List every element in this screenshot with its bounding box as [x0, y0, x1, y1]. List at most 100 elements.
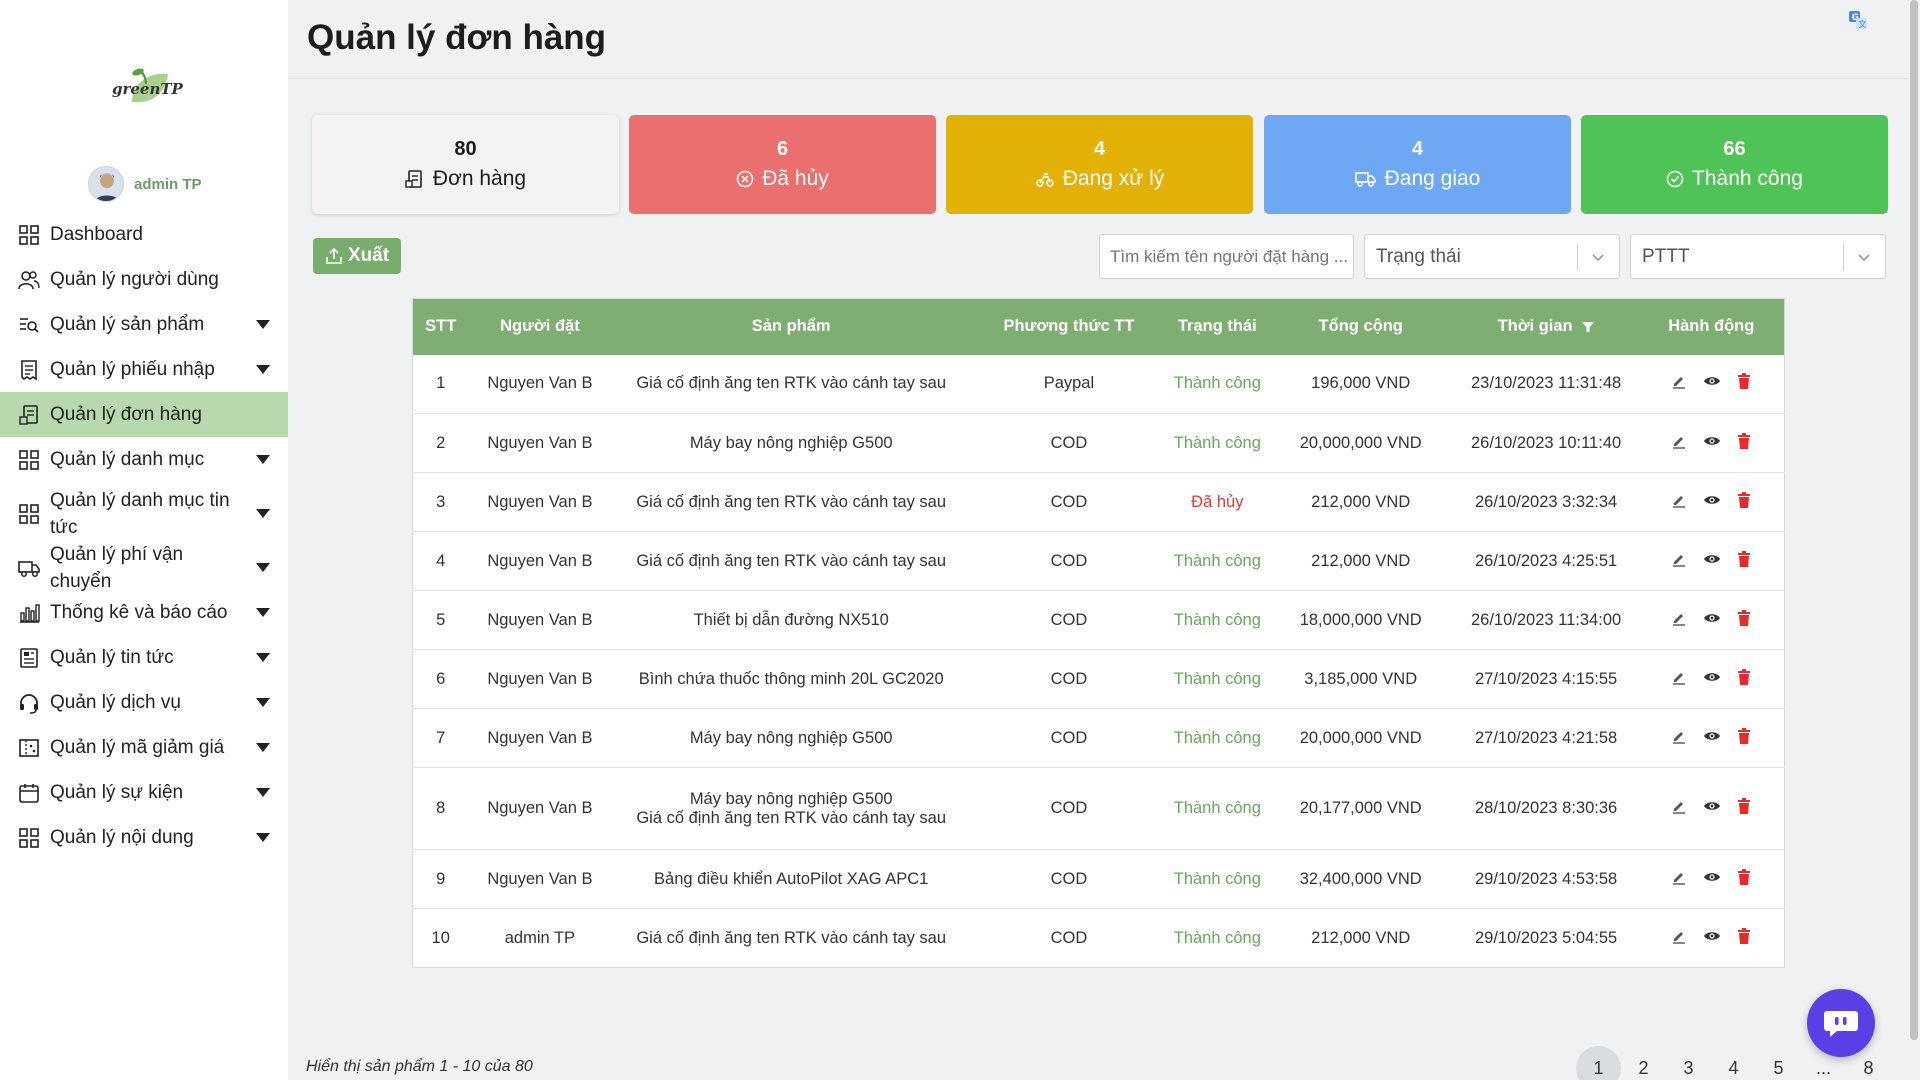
stat-card-shipping[interactable]: 4 Đang giao [1264, 115, 1571, 214]
trash-icon[interactable] [1737, 609, 1751, 626]
sidebar-item-13[interactable]: Quản lý sự kiện [0, 770, 288, 815]
header-customer[interactable]: Người đặt [468, 299, 611, 355]
table-row[interactable]: 8 Nguyen Van B Máy bay nông nghiệp G500 Giá… [412, 767, 1785, 850]
caret-down-icon[interactable] [256, 653, 270, 662]
eye-icon[interactable] [1703, 869, 1721, 885]
sidebar-item-3[interactable]: Quản lý sản phẩm [0, 302, 288, 347]
caret-down-icon[interactable] [256, 455, 270, 464]
eye-icon[interactable] [1703, 928, 1721, 944]
trash-icon[interactable] [1737, 550, 1751, 567]
edit-icon[interactable] [1671, 798, 1687, 814]
eye-icon[interactable] [1703, 551, 1721, 567]
sidebar-nav: Dashboard Quản lý người dùng Quản lý sản p… [0, 212, 288, 860]
stat-card-total[interactable]: 80 Đơn hàng [312, 115, 619, 214]
filter-icon[interactable] [1581, 320, 1595, 334]
caret-down-icon[interactable] [256, 833, 270, 842]
edit-icon[interactable] [1671, 869, 1687, 885]
pagination-page[interactable]: 5 [1756, 1046, 1801, 1080]
sidebar-item-8[interactable]: Quản lý phí vận chuyển [0, 544, 288, 592]
logo[interactable]: greenTP [106, 62, 186, 112]
sidebar-item-2[interactable]: Quản lý người dùng [0, 257, 288, 302]
caret-down-icon[interactable] [256, 788, 270, 797]
header-products[interactable]: Sản phẩm [611, 299, 971, 355]
trash-icon[interactable] [1737, 491, 1751, 508]
pagination-page[interactable]: 1 [1576, 1046, 1621, 1080]
table-row[interactable]: 1 Nguyen Van B Giá cố định ăng ten RTK vào… [412, 354, 1785, 414]
edit-icon[interactable] [1671, 373, 1687, 389]
export-button[interactable]: Xuất [313, 238, 401, 274]
eye-icon[interactable] [1703, 669, 1721, 685]
search-input[interactable] [1099, 234, 1354, 279]
cell-total: 212,000 VND [1267, 908, 1454, 968]
caret-down-icon[interactable] [256, 509, 270, 518]
eye-icon[interactable] [1703, 433, 1721, 449]
table-row[interactable]: 3 Nguyen Van B Giá cố định ăng ten RTK vào… [412, 472, 1785, 532]
table-row[interactable]: 7 Nguyen Van B Máy bay nông nghiệp G500 COD… [412, 708, 1785, 768]
user-profile[interactable]: admin TP [88, 166, 202, 202]
caret-down-icon[interactable] [256, 365, 270, 374]
pagination-page[interactable]: 2 [1621, 1046, 1666, 1080]
sidebar-item-7[interactable]: Quản lý danh mục tin tức [0, 482, 288, 545]
sidebar-item-6[interactable]: Quản lý danh mục [0, 437, 288, 482]
cell-customer: Nguyen Van B [468, 531, 612, 591]
eye-icon[interactable] [1703, 798, 1721, 814]
eye-icon[interactable] [1703, 492, 1721, 508]
caret-down-icon[interactable] [256, 608, 270, 617]
sidebar-item-5[interactable]: Quản lý đơn hàng [0, 392, 288, 437]
eye-icon[interactable] [1703, 373, 1721, 389]
pagination-page[interactable]: 3 [1666, 1046, 1711, 1080]
payment-method-select[interactable]: PTTT [1630, 234, 1886, 279]
edit-icon[interactable] [1671, 728, 1687, 744]
caret-down-icon[interactable] [256, 698, 270, 707]
edit-icon[interactable] [1671, 433, 1687, 449]
table-row[interactable]: 9 Nguyen Van B Bảng điều khiển AutoPilot X… [412, 849, 1785, 909]
caret-down-icon[interactable] [256, 743, 270, 752]
trash-icon[interactable] [1737, 727, 1751, 744]
cell-status: Thành công [1166, 413, 1268, 473]
translate-icon[interactable]: G 文 [1848, 10, 1868, 30]
sidebar-item-10[interactable]: Quản lý tin tức [0, 635, 288, 680]
pagination-page[interactable]: 4 [1711, 1046, 1756, 1080]
header-stt[interactable]: STT [413, 299, 469, 355]
trash-icon[interactable] [1737, 798, 1751, 814]
edit-icon[interactable] [1671, 928, 1687, 944]
table-row[interactable]: 4 Nguyen Van B Giá cố định ăng ten RTK vào… [412, 531, 1785, 591]
eye-icon[interactable] [1703, 610, 1721, 626]
header-status[interactable]: Trạng thái [1167, 299, 1268, 355]
cell-status: Thành công [1166, 590, 1268, 650]
table-row[interactable]: 6 Nguyen Van B Bình chứa thuốc thông minh … [412, 649, 1785, 709]
caret-down-icon[interactable] [256, 563, 270, 572]
caret-down-icon[interactable] [256, 320, 270, 329]
cell-actions [1638, 472, 1785, 532]
table-row[interactable]: 10 admin TP Giá cố định ăng ten RTK vào cá… [412, 908, 1785, 968]
edit-icon[interactable] [1671, 610, 1687, 626]
stat-card-processing[interactable]: 4 Đang xử lý [946, 115, 1253, 214]
sidebar-item-11[interactable]: Quản lý dịch vụ [0, 680, 288, 725]
trash-icon[interactable] [1737, 668, 1751, 685]
sidebar-item-12[interactable]: Quản lý mã giảm giá [0, 725, 288, 770]
chat-button[interactable] [1807, 989, 1875, 1057]
table-row[interactable]: 5 Nguyen Van B Thiết bị dẫn đường NX510 COD… [412, 590, 1785, 650]
status-select[interactable]: Trạng thái [1364, 234, 1620, 279]
stat-cancelled-value: 6 [776, 138, 789, 160]
trash-icon[interactable] [1737, 868, 1751, 885]
trash-icon[interactable] [1737, 927, 1751, 944]
header-payment-method[interactable]: Phương thức TT [971, 299, 1167, 355]
header-time[interactable]: Thời gian [1454, 299, 1639, 355]
edit-icon[interactable] [1671, 669, 1687, 685]
sidebar-item-4[interactable]: Quản lý phiếu nhập [0, 347, 288, 392]
edit-icon[interactable] [1671, 492, 1687, 508]
stat-card-success[interactable]: 66 Thành công [1581, 115, 1888, 214]
stat-card-cancelled[interactable]: 6 Đã hủy [629, 115, 936, 214]
sidebar-item-9[interactable]: Thống kê và báo cáo [0, 590, 288, 635]
sidebar: greenTP admin TP Dashboard Quản lý người … [0, 0, 288, 1080]
header-total[interactable]: Tổng cộng [1268, 299, 1454, 355]
trash-icon[interactable] [1737, 432, 1751, 449]
scrollbar-thumb[interactable] [1910, 0, 1918, 1040]
sidebar-item-14[interactable]: Quản lý nội dung [0, 815, 288, 860]
table-row[interactable]: 2 Nguyen Van B Máy bay nông nghiệp G500 COD… [412, 413, 1785, 473]
edit-icon[interactable] [1671, 551, 1687, 567]
sidebar-item-1[interactable]: Dashboard [0, 212, 288, 257]
eye-icon[interactable] [1703, 728, 1721, 744]
trash-icon[interactable] [1737, 373, 1751, 390]
